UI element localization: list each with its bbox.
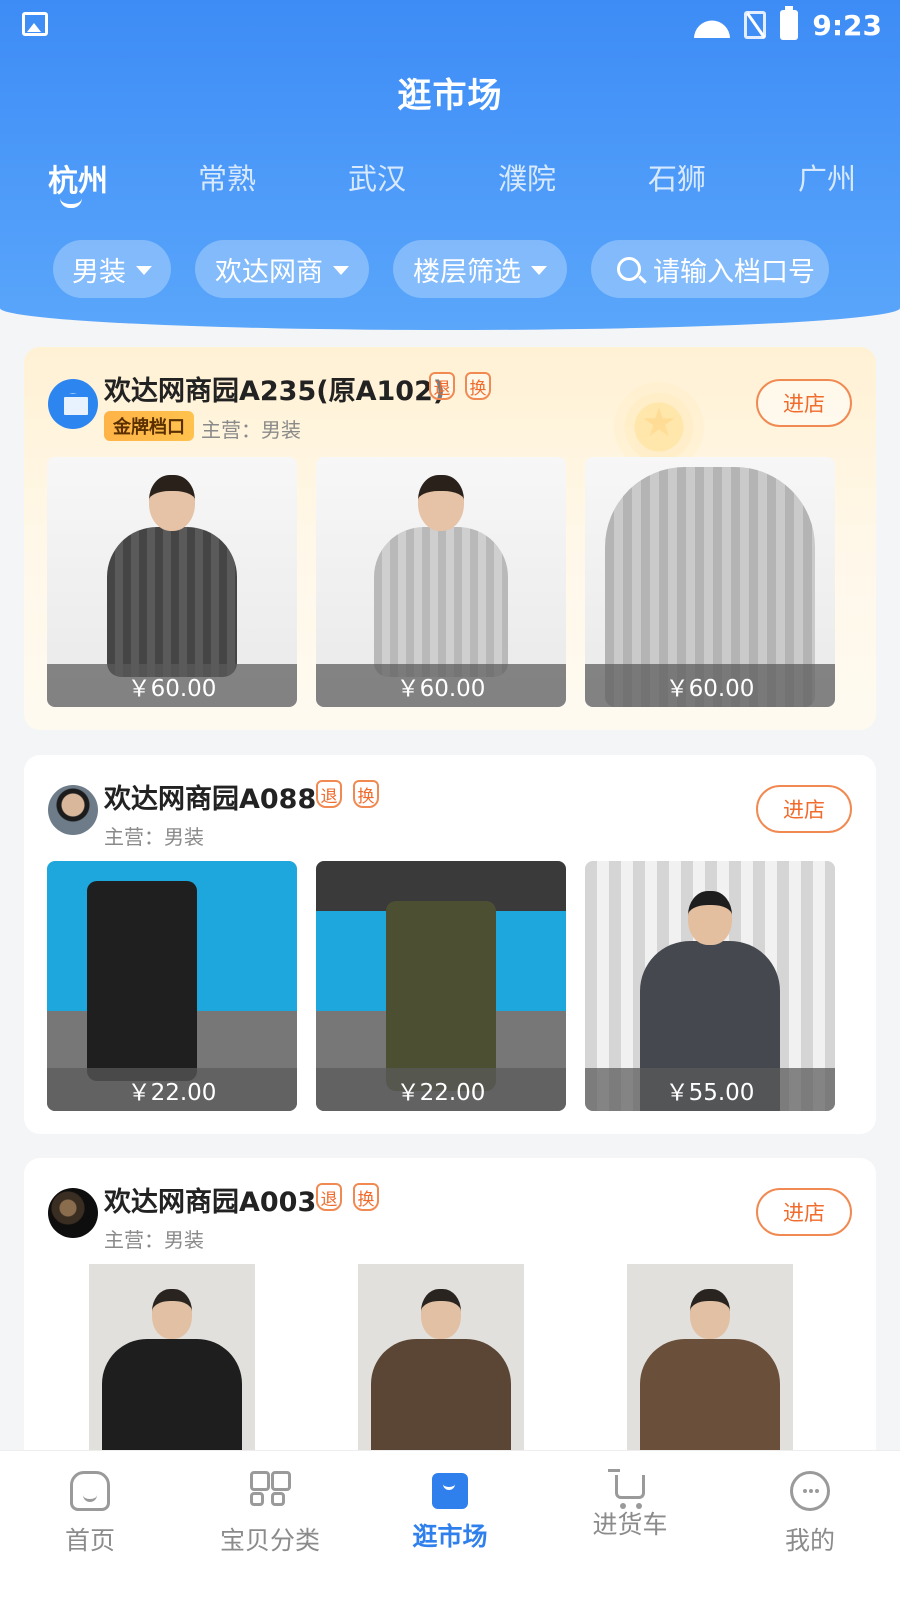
filter-bar: 男装 欢达网商 楼层筛选 请输入档口号 — [0, 240, 900, 300]
gallery-notification-icon — [22, 12, 48, 36]
product-price: ￥60.00 — [316, 664, 566, 707]
return-tag: 退 — [316, 780, 342, 808]
market-dropdown-label: 欢达网商 — [215, 256, 323, 288]
gold-stall-badge: 金牌档口 — [104, 411, 194, 441]
status-bar: 9:23 — [0, 0, 900, 50]
product-price: ￥22.00 — [316, 1068, 566, 1111]
store-name: 欢达网商园A003 — [104, 1187, 317, 1218]
exchange-tag: 换 — [353, 780, 379, 808]
nav-home-label: 首页 — [64, 1526, 115, 1555]
enter-store-button[interactable]: 进店 — [756, 1188, 852, 1236]
enter-store-button[interactable]: 进店 — [756, 379, 852, 427]
category-dropdown-label: 男装 — [72, 256, 126, 288]
market-bag-icon — [432, 1473, 468, 1509]
return-tag: 退 — [429, 372, 455, 400]
market-dropdown[interactable]: 欢达网商 — [195, 240, 369, 298]
store-name: 欢达网商园A088 — [104, 784, 317, 815]
bottom-navigation: 首页 宝贝分类 逛市场 进货车 我的 — [0, 1450, 900, 1600]
tab-hangzhou[interactable]: 杭州 — [48, 156, 108, 200]
tab-wuhan[interactable]: 武汉 — [348, 156, 406, 198]
category-dropdown[interactable]: 男装 — [53, 240, 171, 298]
nav-profile-label: 我的 — [784, 1526, 835, 1555]
exchange-tag: 换 — [465, 372, 491, 400]
product-thumbnail[interactable]: ￥22.00 — [316, 861, 566, 1111]
tab-changshu[interactable]: 常熟 — [198, 156, 256, 198]
product-row: ￥22.00 ￥22.00 ￥55.00 — [47, 861, 837, 1111]
search-icon — [617, 257, 641, 281]
page-title: 逛市场 — [397, 76, 503, 116]
product-thumbnail[interactable]: ￥60.00 — [316, 457, 566, 707]
home-icon — [70, 1471, 110, 1511]
floor-dropdown-label: 楼层筛选 — [413, 256, 521, 288]
store-card[interactable]: 欢达网商园A003 退 换 主营：男装 进店 — [24, 1158, 876, 1488]
nav-profile[interactable]: 我的 — [720, 1471, 900, 1557]
store-card[interactable]: 欢达网商园A088 退 换 主营：男装 进店 ￥22.00 ￥22.00 ￥55… — [24, 755, 876, 1134]
clock: 9:23 — [812, 8, 882, 42]
stall-search-input[interactable]: 请输入档口号 — [591, 240, 829, 298]
store-name: 欢达网商园A235(原A102) — [104, 376, 446, 407]
nav-home[interactable]: 首页 — [0, 1471, 180, 1557]
store-avatar — [48, 379, 98, 429]
cart-icon — [608, 1469, 645, 1509]
return-tag: 退 — [316, 1183, 342, 1211]
main-business: 主营：男装 — [201, 418, 301, 442]
nav-categories[interactable]: 宝贝分类 — [180, 1471, 360, 1557]
tab-guangzhou[interactable]: 广州 — [798, 156, 856, 198]
active-tab-indicator — [60, 198, 82, 208]
wifi-icon — [694, 12, 730, 38]
category-grid-icon — [250, 1471, 291, 1511]
product-row: ￥60.00 ￥60.00 ￥60.00 — [47, 457, 837, 707]
product-thumbnail[interactable]: ￥22.00 — [47, 861, 297, 1111]
product-price: ￥60.00 — [47, 664, 297, 707]
main-business: 主营：男装 — [104, 1228, 204, 1252]
product-price: ￥22.00 — [47, 1068, 297, 1111]
nav-market[interactable]: 逛市场 — [360, 1471, 540, 1553]
city-tabs: 杭州 常熟 武汉 濮院 石狮 广州 — [0, 150, 900, 220]
chevron-down-icon — [333, 265, 349, 275]
nav-cart-label: 进货车 — [592, 1510, 668, 1539]
store-avatar — [48, 1188, 98, 1238]
nav-cart[interactable]: 进货车 — [540, 1469, 720, 1541]
header: 9:23 逛市场 杭州 常熟 武汉 濮院 石狮 广州 男装 欢达网商 楼层筛选 … — [0, 0, 900, 330]
profile-icon — [790, 1471, 830, 1511]
floor-dropdown[interactable]: 楼层筛选 — [393, 240, 567, 298]
nav-categories-label: 宝贝分类 — [219, 1526, 320, 1555]
exchange-tag: 换 — [353, 1183, 379, 1211]
product-price: ￥60.00 — [585, 664, 835, 707]
search-placeholder: 请输入档口号 — [653, 256, 815, 288]
product-thumbnail[interactable]: ￥60.00 — [47, 457, 297, 707]
store-avatar — [48, 785, 98, 835]
status-indicators: 9:23 — [694, 6, 882, 42]
product-thumbnail[interactable]: ￥55.00 — [585, 861, 835, 1111]
chevron-down-icon — [136, 265, 152, 275]
store-card[interactable]: 欢达网商园A235(原A102) 退 换 金牌档口 主营：男装 进店 ￥60.0… — [24, 347, 876, 730]
product-thumbnail[interactable]: ￥60.00 — [585, 457, 835, 707]
enter-store-button[interactable]: 进店 — [756, 785, 852, 833]
tab-shishi[interactable]: 石狮 — [648, 156, 706, 198]
product-price: ￥55.00 — [585, 1068, 835, 1111]
battery-charging-icon — [780, 6, 799, 40]
chevron-down-icon — [531, 265, 547, 275]
nav-market-label: 逛市场 — [412, 1522, 488, 1551]
main-business: 主营：男装 — [104, 825, 204, 849]
tab-puyuan[interactable]: 濮院 — [498, 156, 556, 198]
no-sim-icon — [744, 11, 767, 39]
